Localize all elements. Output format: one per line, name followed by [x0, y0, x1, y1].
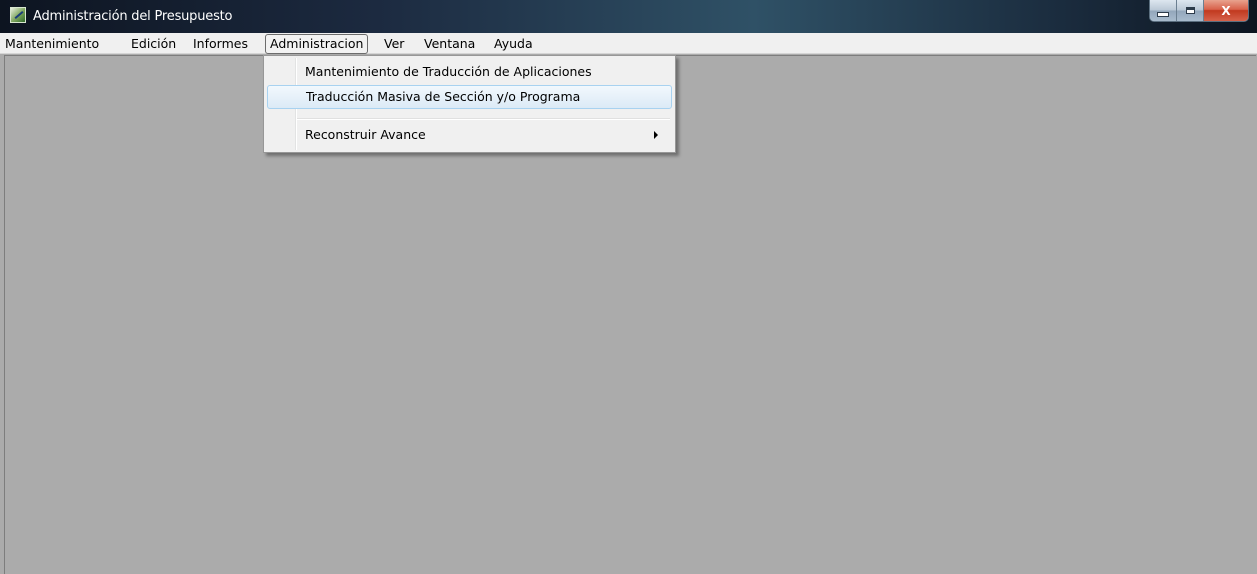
minimize-button[interactable] [1150, 0, 1177, 21]
close-icon: X [1221, 3, 1231, 18]
menu-item-reconstruir-avance[interactable]: Reconstruir Avance [267, 123, 672, 147]
menu-informes[interactable]: Informes [193, 35, 248, 52]
administracion-dropdown: Mantenimiento de Traducción de Aplicacio… [263, 55, 676, 153]
app-edit-icon[interactable] [10, 7, 26, 23]
menu-edicion[interactable]: Edición [131, 35, 176, 52]
menu-item-mantenimiento-traduccion[interactable]: Mantenimiento de Traducción de Aplicacio… [267, 60, 672, 84]
application-window: Administración del Presupuesto X Manteni… [0, 0, 1257, 574]
window-title: Administración del Presupuesto [33, 9, 233, 24]
menu-item-label: Traducción Masiva de Sección y/o Program… [306, 89, 581, 104]
minimize-icon [1157, 12, 1169, 17]
title-bar[interactable]: Administración del Presupuesto X [0, 0, 1257, 33]
menu-ventana[interactable]: Ventana [424, 35, 475, 52]
restore-icon [1185, 7, 1195, 14]
menu-item-label: Mantenimiento de Traducción de Aplicacio… [305, 64, 592, 79]
menu-mantenimiento[interactable]: Mantenimiento [5, 35, 99, 52]
restore-button[interactable] [1177, 0, 1204, 21]
menu-separator [297, 118, 670, 120]
menu-item-label: Reconstruir Avance [305, 127, 426, 142]
menu-administracion[interactable]: Administracion [265, 34, 369, 54]
menu-bar: Mantenimiento Edición Informes Administr… [0, 33, 1257, 54]
chevron-right-icon [654, 131, 658, 139]
caption-buttons: X [1149, 0, 1249, 22]
close-button[interactable]: X [1204, 0, 1248, 21]
menu-item-traduccion-masiva[interactable]: Traducción Masiva de Sección y/o Program… [267, 85, 672, 109]
menu-ver[interactable]: Ver [384, 35, 404, 52]
menu-ayuda[interactable]: Ayuda [494, 35, 533, 52]
